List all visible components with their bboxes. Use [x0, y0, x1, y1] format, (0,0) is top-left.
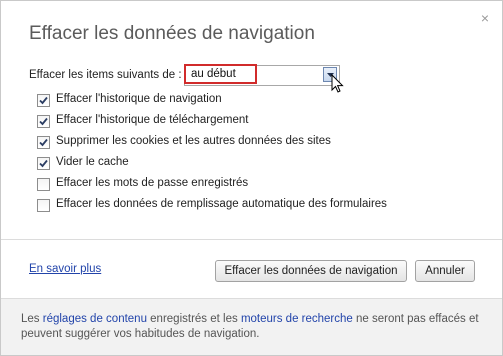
checkbox-cookies[interactable] — [37, 136, 50, 149]
footer-text: Les réglages de contenu enregistrés et l… — [21, 312, 491, 342]
checkbox-passwords[interactable] — [37, 178, 50, 191]
checkbox-downloads[interactable] — [37, 115, 50, 128]
divider — [1, 239, 502, 240]
selection-highlight — [184, 64, 257, 84]
option-label: Vider le cache — [56, 156, 129, 168]
search-engines-link[interactable]: moteurs de recherche — [241, 313, 353, 325]
footer-text-middle: enregistrés et les — [146, 313, 241, 325]
mouse-cursor-icon — [331, 74, 344, 93]
dialog-title: Effacer les données de navigation — [29, 23, 315, 44]
option-label: Supprimer les cookies et les autres donn… — [56, 135, 331, 147]
checkmark-icon — [39, 117, 48, 126]
checkmark-icon — [39, 138, 48, 147]
option-label: Effacer les données de remplissage autom… — [56, 198, 387, 210]
option-label: Effacer les mots de passe enregistrés — [56, 177, 249, 189]
checkbox-cache[interactable] — [37, 157, 50, 170]
content-settings-link[interactable]: réglages de contenu — [43, 313, 147, 325]
time-range-select[interactable]: au début — [184, 64, 340, 86]
checkmark-icon — [39, 159, 48, 168]
checkbox-autofill[interactable] — [37, 199, 50, 212]
option-label: Effacer l'historique de navigation — [56, 93, 222, 105]
cancel-button[interactable]: Annuler — [415, 260, 475, 282]
checkmark-icon — [39, 96, 48, 105]
clear-browsing-data-dialog: × Effacer les données de navigation Effa… — [0, 0, 503, 356]
close-icon[interactable]: × — [478, 11, 492, 25]
learn-more-link[interactable]: En savoir plus — [29, 263, 101, 275]
footer: Les réglages de contenu enregistrés et l… — [1, 299, 502, 355]
footer-text-prefix: Les — [21, 313, 43, 325]
option-label: Effacer l'historique de téléchargement — [56, 114, 249, 126]
clear-data-button[interactable]: Effacer les données de navigation — [215, 260, 407, 282]
period-label: Effacer les items suivants de : — [29, 69, 182, 81]
checkbox-history[interactable] — [37, 94, 50, 107]
